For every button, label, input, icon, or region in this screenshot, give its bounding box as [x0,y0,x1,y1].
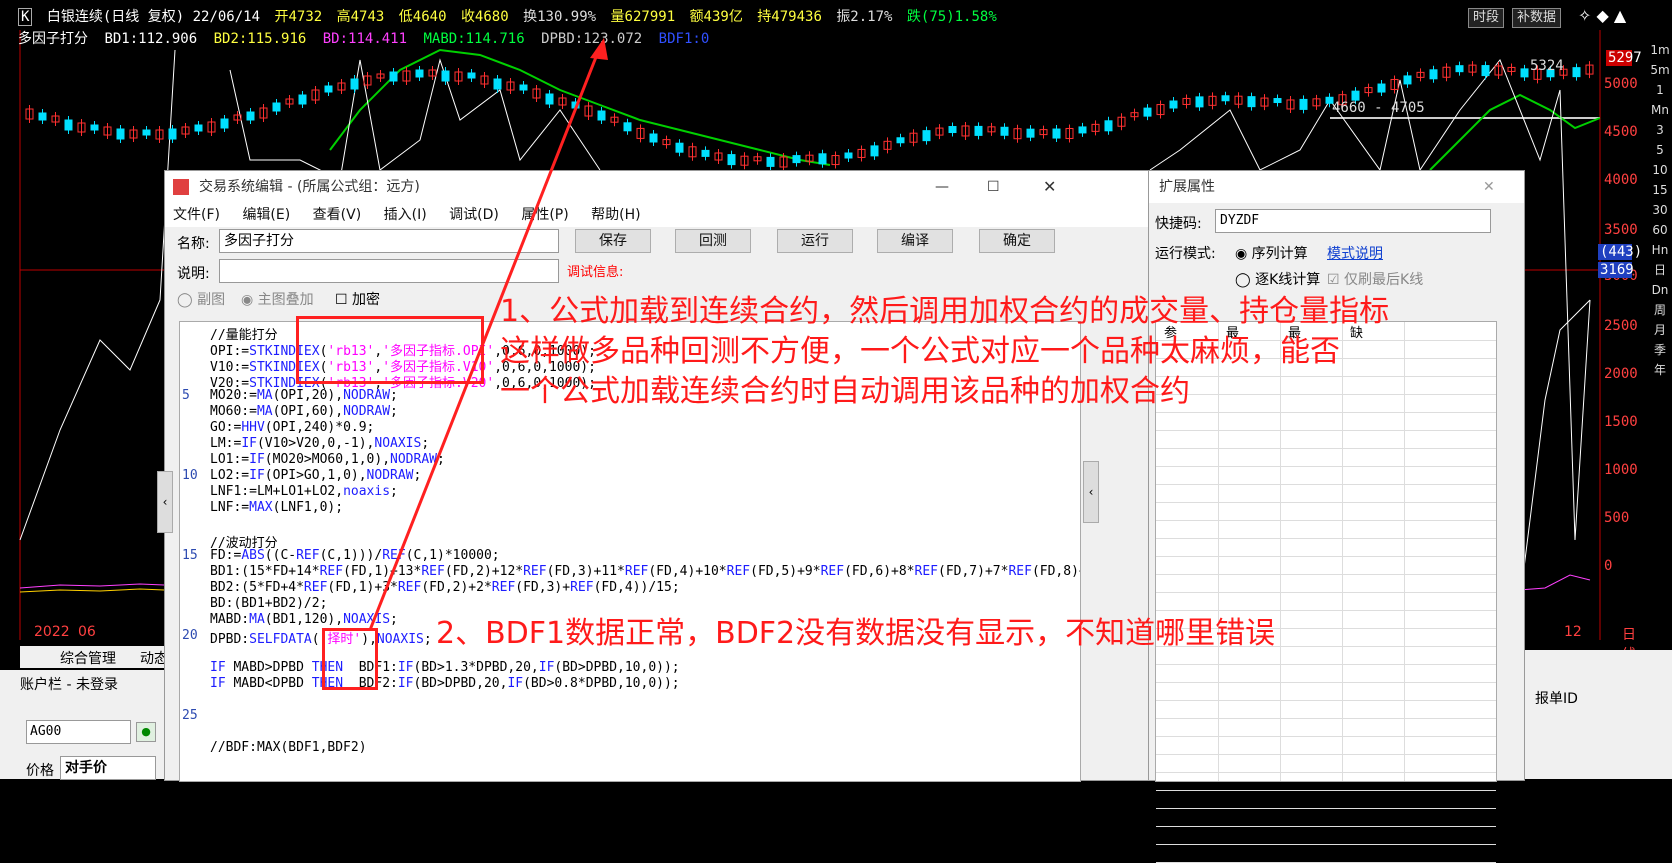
annotation-2: 2、BDF1数据正常，BDF2没有数据没有显示，不知道哪里错误 [436,616,1276,651]
grid-row [1156,844,1496,863]
annotation-1-line-3: 一个公式加载连续合约时自动调用该品种的加权合约 [500,374,1190,409]
annotation-1-line-1: 1、公式加载到连续合约，然后调用加权合约的成交量、持仓量指标 [500,294,1390,329]
grid-row [1156,790,1496,809]
annotation-1-line-2: 这样做多品种回测不方便，一个公式对应一个品种太麻烦，能否 [500,334,1340,369]
grid-row [1156,808,1496,827]
grid-row [1156,826,1496,845]
